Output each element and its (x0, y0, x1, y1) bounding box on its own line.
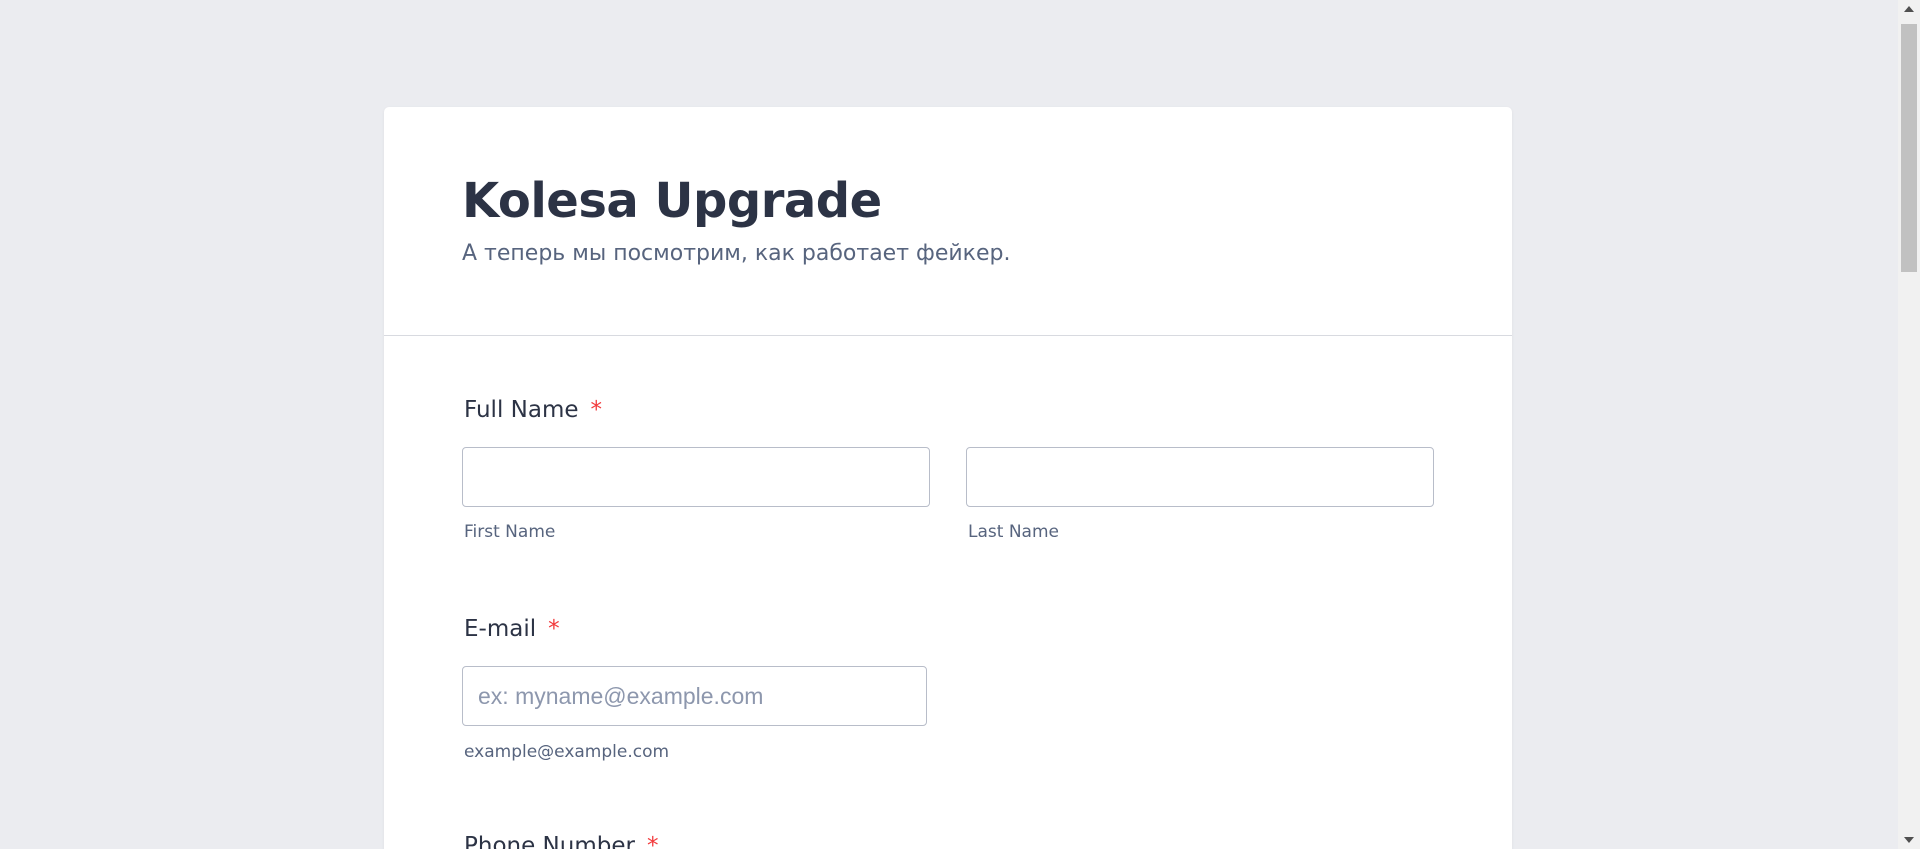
form-card: Kolesa Upgrade А теперь мы посмотрим, ка… (384, 107, 1512, 849)
full-name-label: Full Name * (464, 397, 602, 423)
form-title: Kolesa Upgrade (462, 173, 882, 229)
scrollbar-thumb[interactable] (1901, 24, 1917, 272)
scroll-up-arrow-icon[interactable] (1904, 6, 1914, 12)
scroll-down-arrow-icon[interactable] (1904, 837, 1914, 843)
form-subtitle: А теперь мы посмотрим, как работает фейк… (462, 241, 1011, 266)
phone-required-marker: * (646, 833, 659, 849)
email-required-marker: * (548, 616, 560, 642)
form-header: Kolesa Upgrade (384, 107, 1512, 336)
page-viewport: Kolesa Upgrade А теперь мы посмотрим, ка… (0, 0, 1920, 849)
vertical-scrollbar[interactable] (1898, 0, 1920, 849)
first-name-input[interactable] (462, 447, 930, 507)
phone-number-label-text: Phone Number (464, 833, 635, 849)
last-name-sublabel: Last Name (968, 522, 1059, 542)
email-input[interactable] (462, 666, 927, 726)
full-name-required-marker: * (590, 397, 603, 423)
first-name-sublabel: First Name (464, 522, 556, 542)
full-name-label-text: Full Name (464, 397, 579, 423)
email-label: E-mail * (464, 616, 560, 642)
email-sublabel: example@example.com (464, 742, 670, 762)
email-label-text: E-mail (464, 616, 537, 642)
last-name-input[interactable] (966, 447, 1434, 507)
phone-number-label: Phone Number * (464, 833, 658, 849)
